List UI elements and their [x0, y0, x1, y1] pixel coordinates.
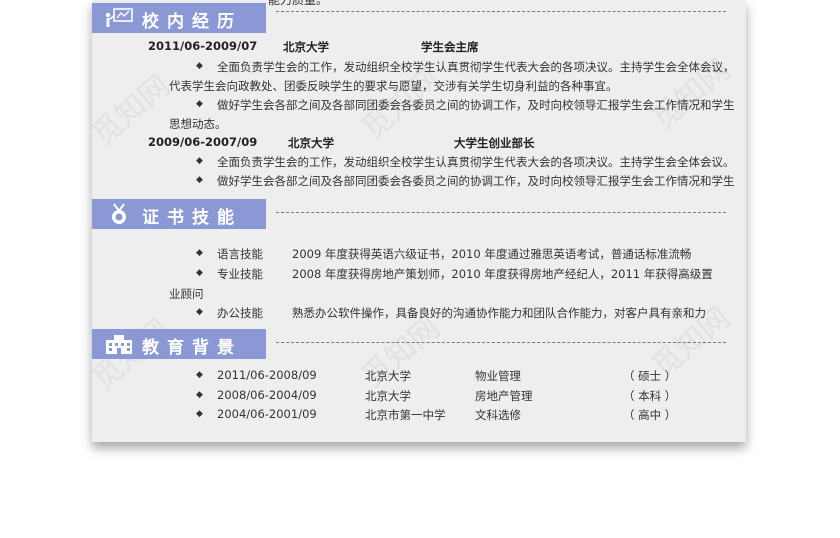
divider — [276, 212, 726, 213]
bullet-diamond-icon: ◆ — [196, 99, 203, 109]
bullet-diamond-icon: ◆ — [196, 307, 203, 317]
entry-role: 大学生创业部长 — [454, 136, 535, 150]
bullet-diamond-icon: ◆ — [196, 268, 203, 278]
bullet-diamond-icon: ◆ — [196, 175, 203, 185]
divider — [276, 342, 726, 343]
skill-label: 语言技能 — [217, 247, 263, 261]
skill-label: 专业技能 — [217, 267, 263, 281]
bullet-line: 代表学生会向政教处、团委反映学生的要求与愿望，交涉有关学生切身利益的各种事宜。 — [169, 79, 618, 93]
bullet-line: 全面负责学生会的工作，发动组织全校学生认真贯彻学生代表大会的各项决议。主持学生会… — [217, 60, 735, 74]
edu-degree: （ 硕士 ） — [623, 369, 677, 383]
bullet-diamond-icon: ◆ — [196, 370, 203, 380]
bullet-line: 做好学生会各部之间及各部同团委会各委员之间的协调工作，及时向校领导汇报学生会工作… — [217, 98, 735, 112]
edu-school: 北京市第一中学 — [365, 408, 446, 422]
divider — [276, 11, 726, 12]
entry-role: 学生会主席 — [421, 40, 479, 54]
skill-text: 业顾问 — [169, 287, 204, 301]
medal-icon — [112, 203, 126, 224]
skill-text: 2009 年度获得英语六级证书，2010 年度通过雅思英语考试，普通话标准流畅 — [292, 247, 692, 261]
edu-school: 北京大学 — [365, 389, 411, 403]
section-header-skills: 证书技能 — [92, 199, 266, 229]
bullet-diamond-icon: ◆ — [196, 390, 203, 400]
building-icon — [106, 335, 132, 354]
edu-period: 2008/06-2004/09 — [217, 388, 317, 402]
skill-text: 熟悉办公软件操作，具备良好的沟通协作能力和团队合作能力，对客户具有亲和力 — [292, 306, 706, 320]
edu-school: 北京大学 — [365, 369, 411, 383]
edu-period: 2011/06-2008/09 — [217, 368, 317, 382]
skill-text: 2008 年度获得房地产策划师，2010 年度获得房地产经纪人，2011 年获得… — [292, 267, 713, 281]
edu-degree: （ 本科 ） — [623, 389, 677, 403]
skill-label: 办公技能 — [217, 306, 263, 320]
section-header-campus: 校内经历 — [92, 3, 266, 33]
bullet-diamond-icon: ◆ — [196, 61, 203, 71]
edu-degree: （ 高中 ） — [623, 408, 677, 422]
bullet-diamond-icon: ◆ — [196, 156, 203, 166]
edu-major: 文科选修 — [475, 408, 521, 422]
section-title: 证书技能 — [142, 208, 242, 228]
edu-major: 房地产管理 — [475, 389, 533, 403]
edu-period: 2004/06-2001/09 — [217, 407, 317, 421]
edu-major: 物业管理 — [475, 369, 521, 383]
graduation-teacher-icon — [105, 8, 133, 27]
bullet-line: 做好学生会各部之间及各部同团委会各委员之间的协调工作，及时向校领导汇报学生会工作… — [217, 174, 735, 188]
entry-period: 2011/06-2009/07 — [148, 39, 258, 53]
entry-period: 2009/06-2007/09 — [148, 135, 258, 149]
bullet-diamond-icon: ◆ — [196, 409, 203, 419]
entry-org: 北京大学 — [283, 40, 329, 54]
section-header-education: 教育背景 — [92, 329, 266, 359]
section-title: 教育背景 — [142, 338, 242, 358]
bullet-line: 思想动态。 — [169, 117, 227, 131]
bullet-line: 全面负责学生会的工作，发动组织全校学生认真贯彻学生代表大会的各项决议。主持学生会… — [217, 155, 735, 169]
entry-org: 北京大学 — [288, 136, 334, 150]
resume-page: 觅知网 觅知网 觅知网 觅知网 觅知网 觅知网 能力质量。 校内经历 2011/… — [92, 0, 746, 442]
bullet-diamond-icon: ◆ — [196, 248, 203, 258]
section-title: 校内经历 — [142, 12, 242, 32]
cutoff-text: 能力质量。 — [268, 0, 329, 7]
